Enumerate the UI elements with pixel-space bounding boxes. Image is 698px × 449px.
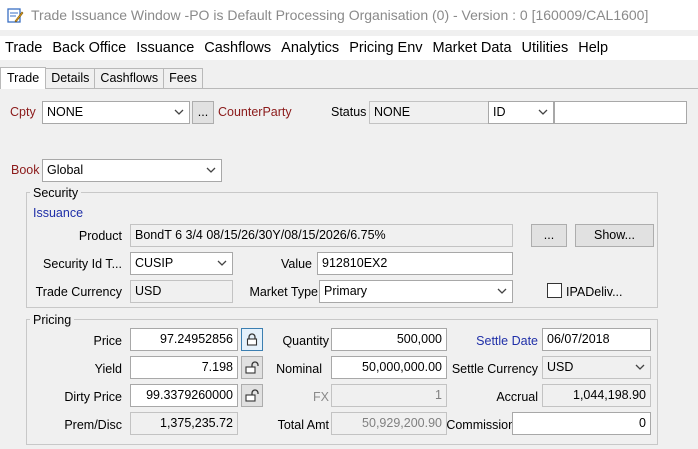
ipa-delivery-checkbox[interactable] — [547, 283, 562, 298]
nominal-label: Nominal — [276, 362, 322, 376]
security-value-input[interactable]: 912810EX2 — [317, 252, 513, 275]
menu-utilities[interactable]: Utilities — [517, 40, 574, 56]
id-type-value: ID — [493, 105, 506, 119]
ipa-delivery-label: IPADeliv... — [566, 285, 623, 299]
status-label: Status — [331, 105, 367, 119]
security-id-type-value: CUSIP — [135, 256, 174, 270]
commission-input[interactable]: 0 — [512, 412, 651, 435]
trade-currency-label: Trade Currency — [35, 285, 122, 299]
product-label: Product — [78, 229, 122, 243]
settle-date-input[interactable]: 06/07/2018 — [542, 328, 651, 351]
settle-currency-combo[interactable]: USD — [542, 356, 651, 379]
value-label: Value — [280, 257, 312, 271]
pricing-group-title: Pricing — [30, 313, 75, 327]
cpty-combo[interactable]: NONE — [42, 101, 190, 124]
dirty-price-label: Dirty Price — [64, 390, 122, 404]
book-combo[interactable]: Global — [42, 159, 222, 182]
total-amt-field: 50,929,200.90 — [331, 412, 447, 435]
tab-strip: Trade Details Cashflows Fees — [0, 67, 698, 89]
book-value: Global — [47, 163, 84, 177]
title-bar: Trade Issuance Window -PO is Default Pro… — [0, 0, 698, 30]
settle-currency-label: Settle Currency — [451, 362, 538, 376]
menu-pricing-env[interactable]: Pricing Env — [344, 40, 427, 56]
menu-back-office[interactable]: Back Office — [47, 40, 131, 56]
menu-market-data[interactable]: Market Data — [428, 40, 517, 56]
settle-currency-value: USD — [547, 360, 574, 374]
counterparty-label: CounterParty — [218, 105, 292, 119]
tab-fees[interactable]: Fees — [163, 68, 203, 88]
total-amt-label: Total Amt — [277, 418, 329, 432]
quantity-input[interactable]: 500,000 — [331, 328, 447, 351]
menu-bar: Trade Back Office Issuance Cashflows Ana… — [0, 36, 698, 60]
status-field: NONE — [369, 101, 489, 124]
product-browse-button[interactable]: ... — [531, 224, 567, 247]
nominal-input[interactable]: 50,000,000.00 — [331, 356, 447, 379]
show-button[interactable]: Show... — [575, 224, 654, 247]
menu-issuance[interactable]: Issuance — [131, 40, 199, 56]
chevron-down-icon — [174, 109, 184, 115]
prem-disc-field: 1,375,235.72 — [130, 412, 238, 435]
book-label: Book — [11, 163, 40, 177]
tab-details[interactable]: Details — [45, 68, 96, 88]
cpty-label: Cpty — [10, 105, 36, 119]
prem-disc-label: Prem/Disc — [64, 418, 122, 432]
fx-label: FX — [313, 390, 329, 404]
trade-currency-field: USD — [130, 280, 233, 303]
yield-label: Yield — [94, 362, 122, 376]
tab-trade[interactable]: Trade — [0, 67, 47, 89]
price-label: Price — [93, 334, 122, 348]
id-type-combo[interactable]: ID — [488, 101, 554, 124]
app-icon — [7, 8, 24, 23]
accrual-label: Accrual — [496, 390, 538, 404]
security-id-type-label: Security Id T... — [43, 257, 122, 271]
issuance-link[interactable]: Issuance — [33, 206, 83, 220]
menu-help[interactable]: Help — [573, 40, 613, 56]
id-value-input[interactable] — [554, 101, 687, 124]
chevron-down-icon — [206, 167, 216, 173]
menu-cashflows[interactable]: Cashflows — [199, 40, 276, 56]
fx-field: 1 — [331, 384, 447, 407]
market-type-combo[interactable]: Primary — [319, 280, 513, 303]
market-type-value: Primary — [324, 284, 368, 298]
chevron-down-icon — [635, 364, 645, 370]
price-input[interactable]: 97.24952856 — [130, 328, 238, 351]
tab-cashflows[interactable]: Cashflows — [94, 68, 165, 88]
security-id-type-combo[interactable]: CUSIP — [130, 252, 233, 275]
market-type-label: Market Type — [249, 285, 318, 299]
menu-trade[interactable]: Trade — [0, 40, 47, 56]
chevron-down-icon — [217, 260, 227, 266]
chevron-down-icon — [497, 288, 507, 294]
cpty-browse-button[interactable]: ... — [192, 101, 214, 124]
dirty-price-input[interactable]: 99.3379260000 — [130, 384, 238, 407]
chevron-down-icon — [538, 109, 548, 115]
yield-input[interactable]: 7.198 — [130, 356, 238, 379]
cpty-value: NONE — [47, 105, 84, 119]
security-group-title: Security — [30, 186, 82, 200]
product-field: BondT 6 3/4 08/15/26/30Y/08/15/2026/6.75… — [130, 224, 513, 247]
window-title: Trade Issuance Window -PO is Default Pro… — [31, 7, 649, 23]
quantity-label: Quantity — [282, 334, 329, 348]
accrual-field: 1,044,198.90 — [542, 384, 651, 407]
settle-date-label[interactable]: Settle Date — [446, 334, 538, 348]
menu-analytics[interactable]: Analytics — [276, 40, 344, 56]
